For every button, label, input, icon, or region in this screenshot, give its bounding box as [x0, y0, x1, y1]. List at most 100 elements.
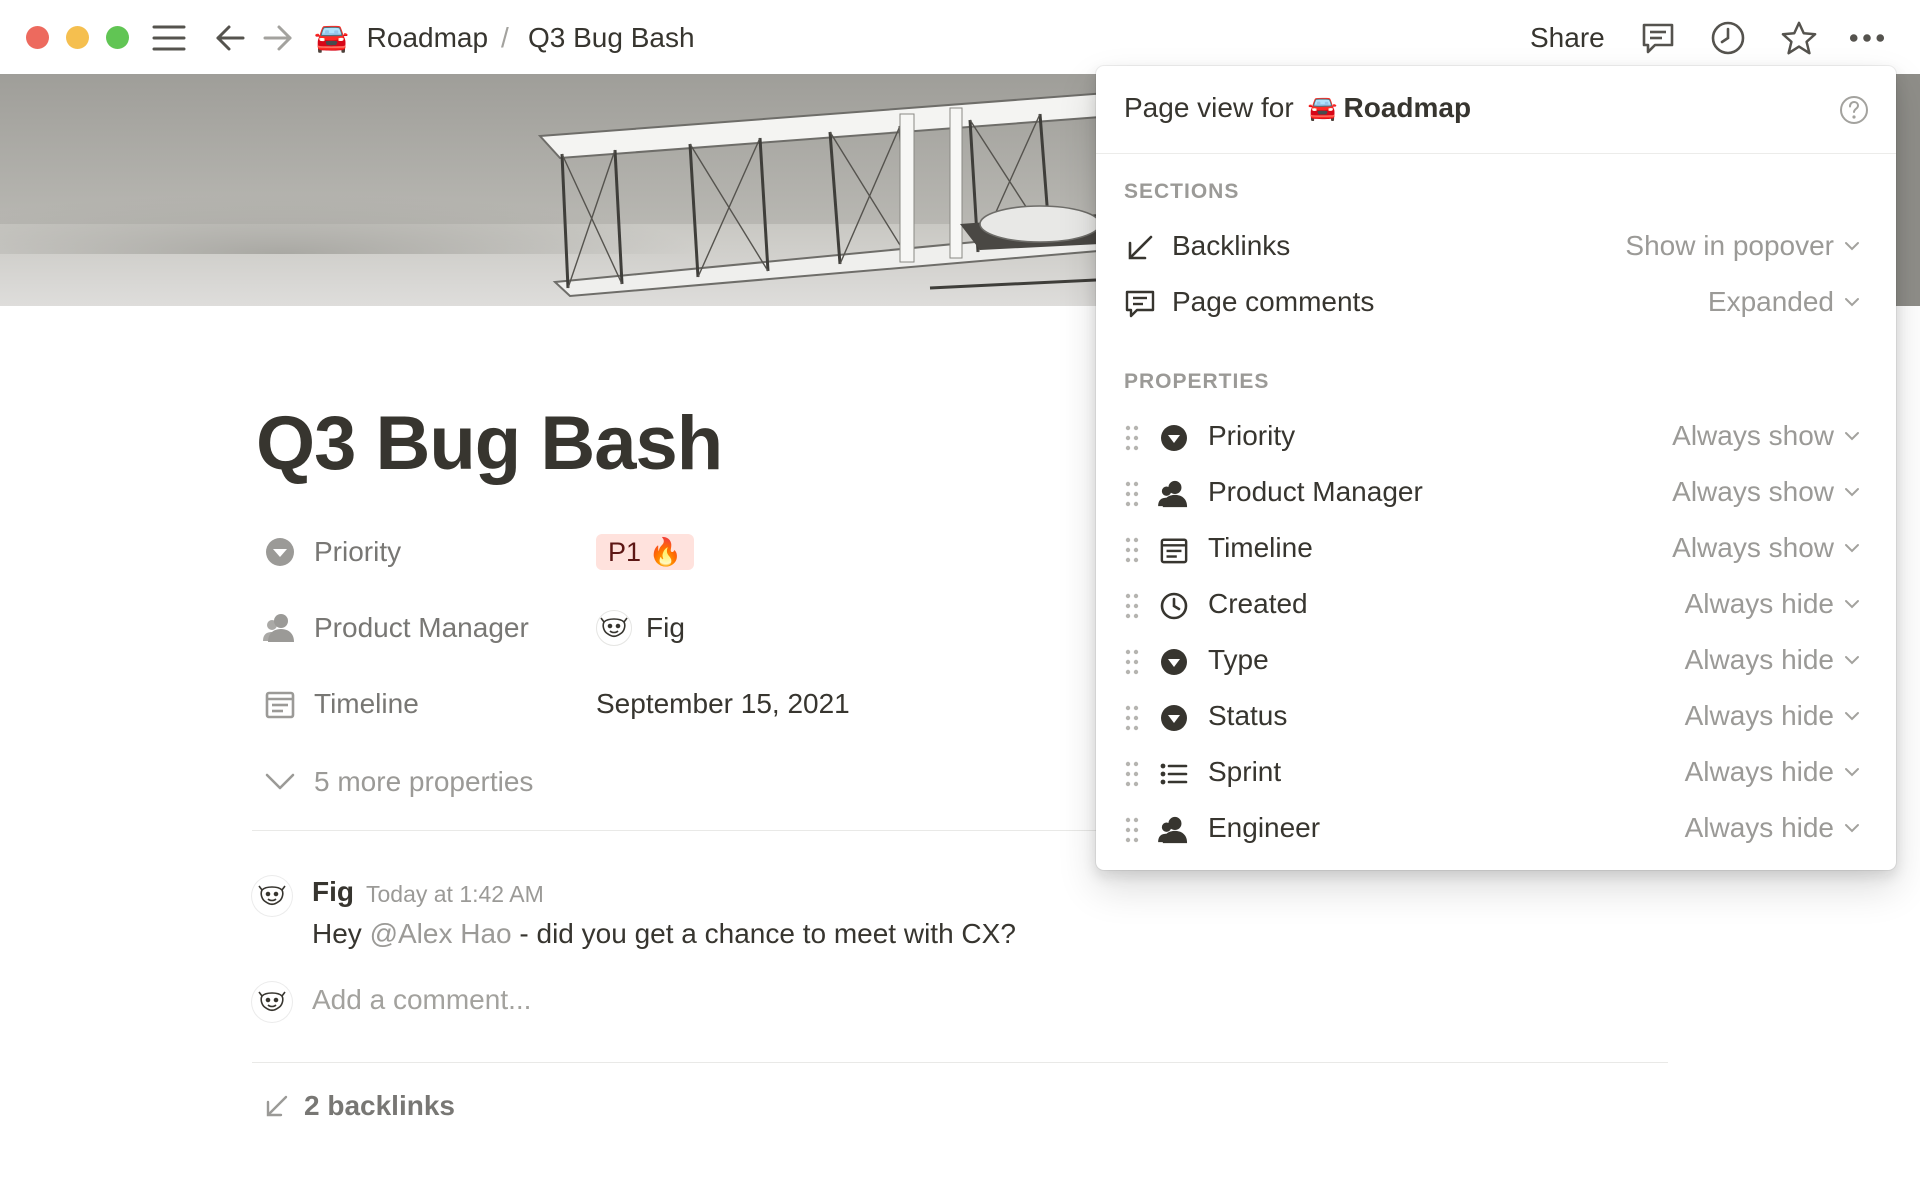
property-visibility-row-product-manager[interactable]: Product Manager Always show	[1096, 466, 1896, 522]
drag-handle-icon[interactable]	[1124, 760, 1140, 788]
forward-arrow-icon[interactable]	[260, 20, 296, 56]
section-label-page-comments: Page comments	[1172, 286, 1375, 317]
user-avatar-icon	[596, 610, 632, 646]
select-icon	[1158, 702, 1190, 734]
current-user-avatar	[252, 982, 292, 1022]
properties-heading: PROPERTIES	[1124, 370, 1270, 393]
add-comment-input[interactable]: Add a comment...	[312, 984, 531, 1016]
person-icon	[1158, 814, 1190, 846]
visibility-dropdown-engineer[interactable]: Always hide	[1685, 812, 1860, 844]
backlinks-display-mode: Show in popover	[1625, 230, 1834, 261]
visibility-dropdown-sprint[interactable]: Always hide	[1685, 756, 1860, 788]
comments-divider	[252, 1062, 1668, 1063]
property-visibility-row-timeline[interactable]: Timeline Always show	[1096, 522, 1896, 578]
property-label-timeline: Timeline	[1208, 532, 1313, 563]
drag-handle-icon[interactable]	[1124, 592, 1140, 620]
chevron-down-icon	[1845, 824, 1859, 833]
chevron-down-icon	[262, 773, 298, 791]
clock-icon	[1158, 590, 1190, 622]
drag-handle-icon[interactable]	[1124, 536, 1140, 564]
page-title[interactable]: Q3 Bug Bash	[256, 400, 723, 487]
section-row-backlinks[interactable]: Backlinks Show in popover	[1096, 220, 1896, 276]
property-value-product-manager[interactable]: Fig	[596, 608, 685, 648]
property-row-priority[interactable]: Priority	[262, 532, 401, 572]
property-visibility-row-sprint[interactable]: Sprint Always hide	[1096, 746, 1896, 802]
section-value-backlinks[interactable]: Show in popover	[1625, 230, 1860, 262]
car-emoji-icon: 🚘	[314, 22, 349, 53]
drag-handle-icon[interactable]	[1124, 480, 1140, 508]
comments-icon[interactable]	[1640, 20, 1676, 56]
section-label-backlinks: Backlinks	[1172, 230, 1291, 261]
property-label-sprint: Sprint	[1208, 756, 1282, 787]
property-visibility-row-engineer[interactable]: Engineer Always hide	[1096, 802, 1896, 858]
chevron-down-icon	[1845, 656, 1859, 665]
property-row-timeline[interactable]: Timeline	[262, 684, 419, 724]
more-properties-toggle[interactable]: 5 more properties	[262, 762, 533, 802]
page-view-popover: Page view for 🚘 Roadmap SECTIONS Backlin…	[1096, 66, 1896, 870]
back-arrow-icon[interactable]	[212, 20, 248, 56]
history-clock-icon[interactable]	[1710, 20, 1746, 56]
chevron-down-icon	[1845, 600, 1859, 609]
chevron-down-icon	[1845, 712, 1859, 721]
property-visibility-row-status[interactable]: Status Always hide	[1096, 690, 1896, 746]
title-bar: 🚘 Roadmap / Q3 Bug Bash Share	[0, 0, 1920, 74]
sidebar-menu-icon[interactable]	[151, 20, 187, 56]
visibility-dropdown-product-manager[interactable]: Always show	[1672, 476, 1860, 508]
comment-body[interactable]: Hey @Alex Hao - did you get a chance to …	[312, 918, 1016, 950]
more-properties-label: 5 more properties	[314, 766, 534, 797]
drag-handle-icon[interactable]	[1124, 704, 1140, 732]
share-button[interactable]: Share	[1530, 20, 1605, 56]
visibility-dropdown-timeline[interactable]: Always show	[1672, 532, 1860, 564]
drag-handle-icon[interactable]	[1124, 424, 1140, 452]
visibility-dropdown-created[interactable]: Always hide	[1685, 588, 1860, 620]
comment-timestamp: Today at 1:42 AM	[366, 881, 544, 907]
backlinks-toggle[interactable]: 2 backlinks	[262, 1090, 455, 1122]
select-icon	[1158, 422, 1190, 454]
star-icon[interactable]	[1781, 20, 1817, 56]
visibility-dropdown-type[interactable]: Always hide	[1685, 644, 1860, 676]
property-value-timeline[interactable]: September 15, 2021	[596, 684, 850, 724]
calendar-icon	[262, 686, 298, 722]
comment-author: Fig	[312, 876, 354, 907]
property-row-product-manager[interactable]: Product Manager	[262, 608, 529, 648]
visibility-dropdown-status[interactable]: Always hide	[1685, 700, 1860, 732]
property-value-priority[interactable]: P1 🔥	[596, 532, 695, 572]
property-visibility-row-created[interactable]: Created Always hide	[1096, 578, 1896, 634]
visibility-value: Always hide	[1684, 644, 1834, 675]
popover-header: Page view for 🚘 Roadmap	[1096, 66, 1896, 154]
comment-text-before: Hey	[312, 918, 370, 949]
priority-tag: P1 🔥	[596, 534, 695, 570]
person-icon	[262, 610, 298, 646]
section-row-page-comments[interactable]: Page comments Expanded	[1096, 276, 1896, 332]
backlink-arrow-icon	[1124, 232, 1156, 264]
comments-display-mode: Expanded	[1707, 286, 1834, 317]
close-window-button[interactable]	[26, 26, 49, 49]
select-icon	[1158, 646, 1190, 678]
section-value-page-comments[interactable]: Expanded	[1708, 286, 1860, 318]
minimize-window-button[interactable]	[66, 26, 89, 49]
visibility-value: Always hide	[1684, 700, 1834, 731]
comment-icon	[1124, 288, 1156, 320]
breadcrumb-current-page[interactable]: Q3 Bug Bash	[528, 20, 695, 56]
popover-title-prefix: Page view for	[1124, 92, 1294, 123]
drag-handle-icon[interactable]	[1124, 816, 1140, 844]
property-label-created: Created	[1208, 588, 1308, 619]
chevron-down-icon	[1845, 242, 1859, 251]
property-label-timeline: Timeline	[314, 688, 419, 719]
drag-handle-icon[interactable]	[1124, 648, 1140, 676]
user-mention[interactable]: @Alex Hao	[370, 918, 512, 949]
visibility-value: Always show	[1672, 420, 1834, 451]
property-label-priority: Priority	[314, 536, 402, 567]
breadcrumb-roadmap[interactable]: 🚘 Roadmap	[314, 20, 488, 56]
property-visibility-row-priority[interactable]: Priority Always show	[1096, 410, 1896, 466]
zoom-window-button[interactable]	[106, 26, 129, 49]
visibility-dropdown-priority[interactable]: Always show	[1672, 420, 1860, 452]
help-icon[interactable]	[1838, 94, 1870, 126]
property-visibility-row-type[interactable]: Type Always hide	[1096, 634, 1896, 690]
visibility-value: Always hide	[1684, 588, 1834, 619]
more-icon[interactable]	[1849, 20, 1885, 56]
list-icon	[1158, 758, 1190, 790]
calendar-icon	[1158, 534, 1190, 566]
popover-title-page: Roadmap	[1343, 92, 1472, 123]
chevron-down-icon	[1845, 432, 1859, 441]
